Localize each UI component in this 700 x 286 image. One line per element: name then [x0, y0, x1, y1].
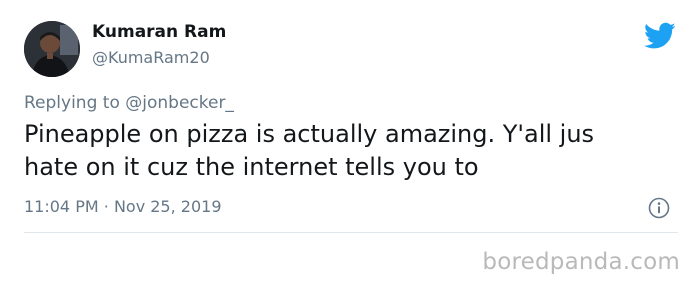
display-name[interactable]: Kumaran Ram — [92, 22, 226, 42]
tweet-text-line: hate on it cuz the internet tells you to — [24, 153, 479, 181]
tweet-text: Pineapple on pizza is actually amazing. … — [24, 118, 664, 184]
timestamp-separator: · — [103, 197, 109, 216]
info-icon[interactable] — [648, 197, 670, 219]
twitter-bird-icon[interactable] — [644, 22, 676, 54]
avatar-photo — [24, 21, 80, 77]
divider — [24, 232, 678, 233]
tweet-date: Nov 25, 2019 — [113, 197, 222, 216]
replying-to-mention[interactable]: @jonbecker_ — [125, 93, 234, 113]
user-handle[interactable]: @KumaRam20 — [92, 48, 210, 67]
tweet-timestamp[interactable]: 11:04 PM · Nov 25, 2019 — [24, 197, 222, 216]
watermark: boredpanda.com — [482, 249, 680, 275]
replying-to-label: Replying to — [24, 93, 120, 113]
avatar[interactable] — [24, 21, 80, 77]
tweet-text-line: Pineapple on pizza is actually amazing. … — [24, 120, 595, 148]
tweet-time: 11:04 PM — [24, 197, 99, 216]
replying-to-line: Replying to @jonbecker_ — [24, 93, 234, 113]
